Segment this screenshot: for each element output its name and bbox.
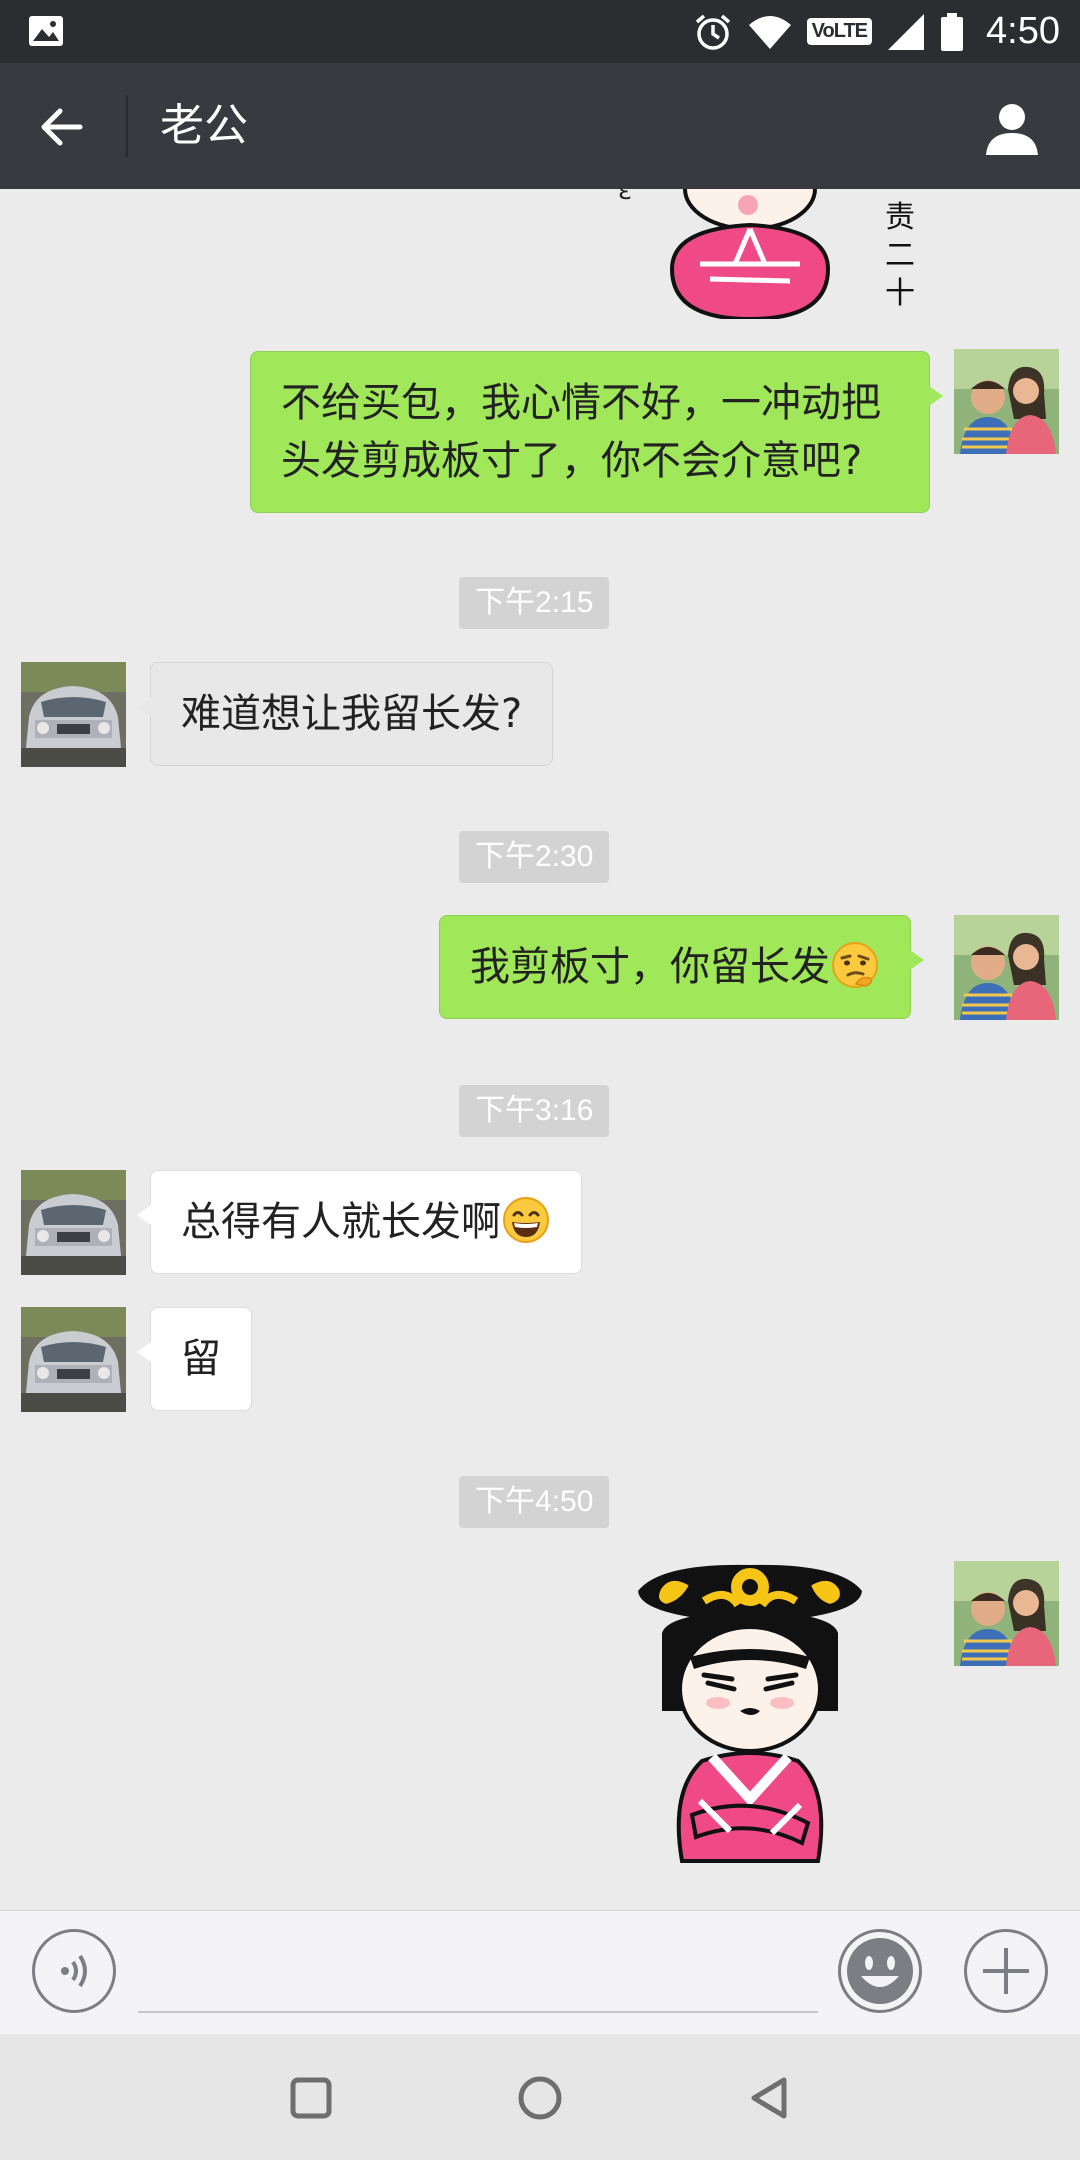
smiley-icon — [847, 1938, 913, 2004]
chat-title: 老公 — [160, 100, 248, 151]
wifi-icon — [748, 15, 791, 49]
timestamp-chip: 下午2:30 — [459, 831, 610, 883]
empress-sticker-top: ɛ — [618, 189, 831, 322]
my-avatar[interactable] — [954, 915, 1059, 1020]
system-navigation-bar — [0, 2034, 1080, 2160]
volte-badge: VoLTE — [806, 18, 873, 45]
message-bubble-incoming[interactable]: 总得有人就长发啊 — [137, 1170, 582, 1274]
sticker-caption: 责二十 — [885, 200, 915, 311]
grinning-face-emoji-icon — [503, 1197, 549, 1243]
header-divider — [126, 95, 128, 157]
my-avatar[interactable] — [954, 1561, 1059, 1666]
message-bubble-incoming[interactable]: 难道想让我留长发? — [136, 662, 554, 766]
recents-square-icon[interactable] — [283, 2070, 339, 2126]
message-text: 留 — [181, 1336, 221, 1382]
message-input-bar — [0, 1910, 1080, 2034]
back-triangle-icon[interactable] — [742, 2070, 798, 2126]
timestamp-chip: 下午3:16 — [459, 1085, 610, 1137]
timestamp-chip: 下午4:50 — [459, 1476, 610, 1528]
status-time: 4:50 — [986, 10, 1060, 52]
contact-profile-icon[interactable] — [982, 97, 1042, 157]
emoji-button[interactable] — [838, 1929, 922, 2013]
chat-header: 老公 — [0, 63, 1080, 189]
timestamp-chip: 下午2:15 — [459, 577, 610, 629]
message-bubble-incoming[interactable]: 留 — [137, 1307, 252, 1411]
battery-icon — [941, 12, 964, 51]
message-text: 总得有人就长发啊 — [181, 1199, 501, 1245]
voice-icon — [61, 1954, 87, 1988]
message-text: 我剪板寸，你留长发 — [470, 944, 830, 990]
contact-avatar[interactable] — [21, 1170, 126, 1275]
more-options-button[interactable] — [964, 1929, 1048, 2013]
thinking-face-emoji-icon — [832, 942, 878, 988]
cell-signal-icon — [888, 13, 925, 50]
empress-crossed-arms-sticker[interactable] — [630, 1561, 870, 1871]
message-text: 不给买包，我心情不好，一冲动把头发剪成板寸了，你不会介意吧? — [281, 380, 881, 484]
message-bubble-outgoing[interactable]: 不给买包，我心情不好，一冲动把头发剪成板寸了，你不会介意吧? — [250, 351, 943, 513]
svg-text:ɛ: ɛ — [618, 189, 632, 206]
voice-input-button[interactable] — [32, 1929, 116, 2013]
contact-avatar[interactable] — [21, 1307, 126, 1412]
status-bar: VoLTE 4:50 — [0, 0, 1080, 63]
message-input-field[interactable] — [138, 2011, 818, 2013]
alarm-icon — [695, 14, 730, 50]
partial-sticker: ɛ 责二十 — [600, 189, 930, 322]
back-arrow-icon[interactable] — [36, 99, 92, 155]
message-text: 难道想让我留长发? — [181, 691, 523, 737]
gallery-notification-icon — [29, 16, 63, 46]
contact-avatar[interactable] — [21, 662, 126, 767]
message-list[interactable]: ɛ 责二十 不给买包，我心情不好，一冲动把头发剪成板寸了，你不会介意吧? 下午2… — [0, 189, 1080, 1910]
plus-icon — [983, 1948, 1029, 1994]
my-avatar[interactable] — [954, 349, 1059, 454]
home-circle-icon[interactable] — [512, 2070, 568, 2126]
message-bubble-outgoing[interactable]: 我剪板寸，你留长发 — [439, 915, 924, 1019]
